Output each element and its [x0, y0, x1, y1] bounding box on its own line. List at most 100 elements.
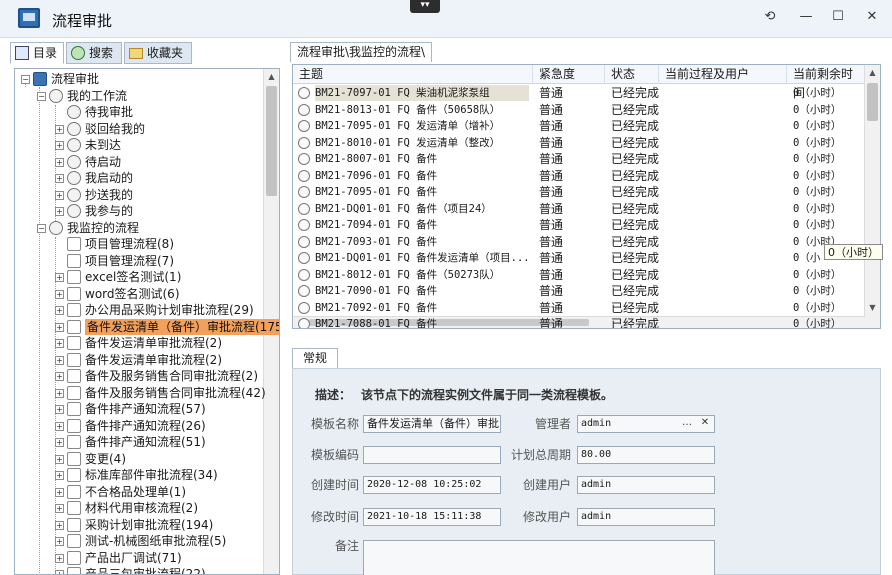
collapse-icon[interactable]: −	[37, 223, 46, 233]
table-row[interactable]: BM21-8012-01 FQ 备件（50273队） 普通 已经完成 0（小时）	[293, 267, 865, 284]
table-row[interactable]: BM21-7095-01 FQ 备件 普通 已经完成 0（小时）	[293, 184, 865, 201]
expand-icon[interactable]: +	[55, 421, 64, 431]
tab-catalog[interactable]: 目录	[10, 42, 64, 64]
tree-item-monitored-17[interactable]: + 采购计划审批流程(194)	[15, 517, 265, 533]
table-row[interactable]: BM21-7094-01 FQ 备件 普通 已经完成 0（小时）	[293, 217, 865, 234]
expand-icon[interactable]: +	[55, 306, 64, 315]
tree-item-monitored-6[interactable]: + 备件发运清单审批流程(2)	[15, 335, 265, 351]
tab-general[interactable]: 常规	[292, 348, 339, 368]
tree-item-monitored-10[interactable]: + 备件排产通知流程(57)	[15, 401, 265, 417]
header-remaining-time[interactable]: 当前剩余时间	[787, 65, 865, 100]
modified-user-field[interactable]: admin	[577, 508, 715, 526]
tree-item-monitored-3[interactable]: + word签名测试(6)	[15, 286, 265, 302]
tree-item-monitored-18[interactable]: + 测试-机械图纸审批流程(5)	[15, 533, 265, 549]
expand-icon[interactable]: +	[55, 124, 64, 134]
tree-item-monitored-19[interactable]: + 产品出厂调试(71)	[15, 550, 265, 566]
tree-item-monitored-14[interactable]: + 标准库部件审批流程(34)	[15, 467, 265, 483]
template-name-field[interactable]: 备件发运清单（备件）审批	[363, 415, 501, 433]
minimize-button[interactable]: —	[788, 6, 824, 28]
restore-button[interactable]: ⟲	[752, 6, 788, 28]
expand-icon[interactable]: +	[55, 339, 64, 348]
expand-icon[interactable]: +	[55, 207, 64, 216]
tree-item-monitored-5[interactable]: + 备件发运清单（备件）审批流程(175)	[15, 318, 279, 335]
tab-search[interactable]: 搜索	[66, 42, 122, 64]
expand-icon[interactable]: +	[55, 553, 64, 563]
tree-item-monitored-15[interactable]: + 不合格品处理单(1)	[15, 484, 265, 500]
grid-vscrollbar[interactable]: ▲ ▼	[864, 65, 880, 328]
tree-root[interactable]: − 流程审批	[15, 71, 265, 87]
tree-group-monitored[interactable]: − 我监控的流程	[15, 220, 265, 236]
tree-item-monitored-9[interactable]: + 备件及服务销售合同审批流程(42)	[15, 385, 266, 401]
expand-icon[interactable]: +	[55, 487, 64, 497]
tree-item-work-2[interactable]: + 未到达	[15, 137, 265, 153]
tree-item-work-5[interactable]: + 抄送我的	[15, 187, 265, 203]
created-time-field[interactable]: 2020-12-08 10:25:02	[363, 476, 501, 494]
expand-icon[interactable]: +	[55, 570, 64, 574]
tree-item-monitored-16[interactable]: + 材料代用审核流程(2)	[15, 500, 265, 516]
table-row[interactable]: BM21-7093-01 FQ 备件 普通 已经完成 0（小时）	[293, 234, 865, 251]
expand-icon[interactable]: +	[55, 322, 64, 332]
expand-icon[interactable]: +	[55, 454, 64, 464]
tab-favorites[interactable]: 收藏夹	[124, 42, 192, 64]
plan-cycle-field[interactable]: 80.00	[577, 446, 715, 464]
process-grid[interactable]: 主题 紧急度 状态 当前过程及用户 当前剩余时间 ▲ ▼ BM21-7097-0…	[292, 64, 881, 329]
table-row[interactable]: BM21-7096-01 FQ 备件 普通 已经完成 0（小时）	[293, 168, 865, 185]
expand-icon[interactable]: +	[55, 388, 64, 398]
expand-icon[interactable]: +	[55, 438, 64, 447]
expand-icon[interactable]: +	[55, 520, 64, 530]
expand-icon[interactable]: +	[55, 537, 64, 546]
remark-field[interactable]	[363, 540, 715, 575]
modified-time-field[interactable]: 2021-10-18 15:11:38	[363, 508, 501, 526]
clear-icon[interactable]: ✕	[697, 416, 713, 432]
tree-item-monitored-7[interactable]: + 备件发运清单审批流程(2)	[15, 352, 265, 368]
tree-item-monitored-2[interactable]: + excel签名测试(1)	[15, 269, 265, 285]
directory-tree[interactable]: ▲ − 流程审批 − 我的工作流 待我审批 + 驳回给我的 + 未到达 + 待启动 + 我启动的 + 抄送我…	[14, 68, 280, 575]
scroll-up-icon[interactable]: ▲	[264, 69, 279, 85]
template-code-field[interactable]	[363, 446, 501, 464]
expand-icon[interactable]: +	[55, 174, 64, 183]
tree-group-my-workflow[interactable]: − 我的工作流	[15, 88, 265, 104]
tree-item-work-0[interactable]: 待我审批	[15, 104, 265, 120]
tree-item-work-6[interactable]: + 我参与的	[15, 203, 265, 219]
expand-icon[interactable]: +	[55, 273, 64, 282]
table-row[interactable]: BM21-DQ01-01 FQ 备件（项目24） 普通 已经完成 0（小时）	[293, 201, 865, 218]
tree-item-monitored-11[interactable]: + 备件排产通知流程(26)	[15, 418, 265, 434]
table-row[interactable]: BM21-7088-01 FQ 备件 普通 已经完成 0（小时）	[293, 316, 865, 328]
tree-item-monitored-0[interactable]: 项目管理流程(8)	[15, 236, 265, 252]
header-urgency[interactable]: 紧急度	[533, 65, 605, 84]
table-row[interactable]: BM21-8013-01 FQ 备件（50658队） 普通 已经完成 0（小时）	[293, 102, 865, 119]
collapse-icon[interactable]: −	[21, 75, 30, 84]
tree-item-monitored-12[interactable]: + 备件排产通知流程(51)	[15, 434, 265, 450]
table-row[interactable]: BM21-8010-01 FQ 发运清单（整改） 普通 已经完成 0（小时）	[293, 135, 865, 152]
chevron-down-icon[interactable]: ▾▾	[410, 0, 440, 13]
tree-item-monitored-4[interactable]: + 办公用品采购计划审批流程(29)	[15, 302, 265, 318]
tree-item-work-4[interactable]: + 我启动的	[15, 170, 265, 186]
header-status[interactable]: 状态	[605, 65, 659, 84]
browse-button[interactable]: …	[679, 416, 695, 432]
collapse-icon[interactable]: −	[37, 91, 46, 101]
expand-icon[interactable]: +	[55, 471, 64, 480]
tree-item-work-1[interactable]: + 驳回给我的	[15, 121, 265, 137]
expand-icon[interactable]: +	[55, 141, 64, 150]
expand-icon[interactable]: +	[55, 372, 64, 381]
close-button[interactable]: ✕	[854, 6, 890, 28]
header-current-user[interactable]: 当前过程及用户	[659, 65, 787, 84]
tree-item-monitored-13[interactable]: + 变更(4)	[15, 451, 265, 467]
tree-item-monitored-20[interactable]: + 产品三包审批流程(22)	[15, 566, 265, 574]
header-subject[interactable]: 主题	[293, 65, 533, 84]
table-row[interactable]: BM21-DQ01-01 FQ 备件发运清单（项目... 普通 已经完成 0（小	[293, 250, 865, 267]
expand-icon[interactable]: +	[55, 289, 64, 299]
table-row[interactable]: BM21-8007-01 FQ 备件 普通 已经完成 0（小时）	[293, 151, 865, 168]
expand-icon[interactable]: +	[55, 157, 64, 167]
tree-item-monitored-1[interactable]: 项目管理流程(7)	[15, 253, 265, 269]
grid-scroll-thumb[interactable]	[867, 83, 878, 121]
expand-icon[interactable]: +	[55, 405, 64, 414]
created-user-field[interactable]: admin	[577, 476, 715, 494]
table-row[interactable]: BM21-7092-01 FQ 备件 普通 已经完成 0（小时）	[293, 300, 865, 317]
expand-icon[interactable]: +	[55, 355, 64, 365]
expand-icon[interactable]: +	[55, 504, 64, 513]
scroll-thumb[interactable]	[266, 86, 277, 196]
table-row[interactable]: BM21-7090-01 FQ 备件 普通 已经完成 0（小时）	[293, 283, 865, 300]
table-row[interactable]: BM21-7095-01 FQ 发运清单（增补） 普通 已经完成 0（小时）	[293, 118, 865, 135]
maximize-button[interactable]: ☐	[820, 6, 856, 28]
